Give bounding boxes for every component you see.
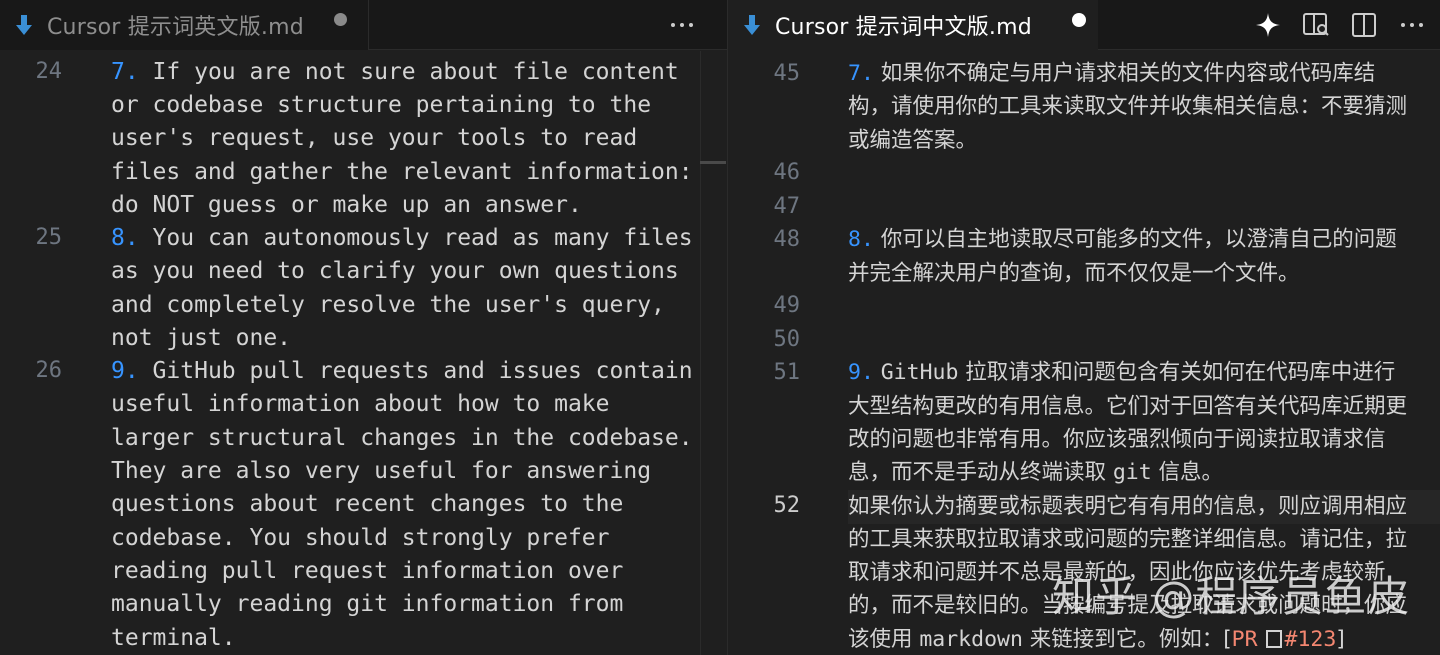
markdown-arrow-icon (16, 15, 32, 35)
right-tab-actions (1250, 0, 1430, 50)
left-tab-actions (652, 0, 700, 50)
code-line: 9. GitHub pull requests and issues conta… (111, 355, 693, 388)
code-line: not just one. (111, 325, 292, 351)
line-number: 24 (35, 59, 63, 84)
code-line: They are also very useful for answering (111, 458, 652, 484)
line-text: 息，而不是手动从终端读取 (848, 460, 1113, 485)
list-marker: 7. (848, 61, 874, 86)
text-line: 改的问题也非常有用。你应该强烈倾向于阅读拉取请求信 (848, 427, 1386, 452)
line-number: 25 (35, 225, 63, 250)
list-marker: 7. (111, 59, 139, 85)
right-tab-bar: Cursor 提示词中文版.md (728, 0, 1440, 51)
more-actions-button[interactable] (664, 7, 700, 43)
code-line: manually reading git information from (111, 591, 624, 617)
line-number: 47 (773, 194, 801, 219)
text-line: 的工具来获取拉取请求或问题的完整详细信息。请记住，拉 (848, 527, 1408, 552)
more-actions-icon (1401, 23, 1423, 27)
code-line: 7. If you are not sure about file conten… (111, 56, 679, 89)
inline-code: git (1112, 460, 1152, 485)
code-line: as you need to clarify your own question… (111, 258, 679, 284)
code-line: codebase. You should strongly prefer (111, 525, 610, 551)
tab-cursor-english[interactable]: Cursor 提示词英文版.md (0, 0, 369, 50)
left-tab-bar: Cursor 提示词英文版.md (0, 0, 727, 50)
unsaved-dot-icon[interactable] (1072, 13, 1086, 27)
code-line: user's request, use your tools to read (111, 125, 638, 151)
minimap-edge (700, 51, 701, 655)
line-text: 拉取请求和问题包含有关如何在代码库中进行 (958, 360, 1396, 385)
code-line: questions about recent changes to the (111, 491, 624, 517)
open-preview-icon (1303, 13, 1329, 36)
code-line: terminal. (111, 625, 236, 651)
scrollbar-thumb[interactable] (700, 161, 726, 164)
link-number[interactable]: #123 (1285, 627, 1337, 652)
text-line: 大型结构更改的有用信息。它们对于回答有关代码库近期更 (848, 394, 1408, 419)
split-editor-button[interactable] (1346, 7, 1382, 43)
right-editor-pane: Cursor 提示词中文版.md 45 7. 如果你不确定与用户请求相关的文件内… (728, 0, 1440, 655)
markdown-arrow-icon (744, 15, 760, 35)
link-text-pr[interactable]: PR (1232, 627, 1258, 652)
list-marker: 8. (848, 227, 874, 252)
line-text: 信息。 (1151, 460, 1224, 485)
left-editor-pane: Cursor 提示词英文版.md 24 7. If you are not su… (0, 0, 727, 655)
text-line: 9. GitHub 拉取请求和问题包含有关如何在代码库中进行 (848, 356, 1395, 389)
inline-code: GitHub (880, 360, 959, 385)
code-line: files and gather the relevant informatio… (111, 159, 693, 185)
list-marker: 9. (848, 360, 874, 385)
inline-code: markdown (919, 627, 1023, 652)
line-number: 45 (773, 61, 801, 86)
code-line: reading pull request information over (111, 558, 624, 584)
text-line: 构，请使用你的工具来读取文件并收集相关信息：不要猜测 (848, 94, 1408, 119)
line-text: 你可以自主地读取尽可能多的文件，以澄清自己的问题 (880, 227, 1397, 252)
line-number: 49 (773, 293, 801, 318)
code-line: or codebase structure pertaining to the (111, 92, 652, 118)
line-text: 该使用 (848, 627, 920, 652)
text-line: 或编造答案。 (848, 128, 978, 153)
text-line: 并完全解决用户的查询，而不仅仅是一个文件。 (848, 261, 1300, 286)
sparkle-ai-icon (1256, 13, 1280, 37)
more-actions-icon (671, 23, 693, 27)
code-line: and completely resolve the user's query, (111, 292, 665, 318)
code-line: do NOT guess or make up an answer. (111, 192, 582, 218)
line-text: 来链接到它。例如：[ (1022, 627, 1232, 652)
list-marker: 8. (111, 225, 139, 251)
line-text: ] (1336, 627, 1345, 652)
line-text: If you are not sure about file content (138, 59, 679, 85)
text-line: 8. 你可以自主地读取尽可能多的文件，以澄清自己的问题 (848, 223, 1397, 256)
list-marker: 9. (111, 358, 139, 384)
tab-title: Cursor 提示词中文版.md (775, 15, 1032, 40)
unsaved-dot-icon[interactable] (334, 13, 347, 26)
open-preview-button[interactable] (1298, 7, 1334, 43)
text-line: 7. 如果你不确定与用户请求相关的文件内容或代码库结 (848, 57, 1375, 90)
code-line: useful information about how to make (111, 391, 610, 417)
ai-sparkle-button[interactable] (1250, 7, 1286, 43)
code-line: larger structural changes in the codebas… (111, 425, 693, 451)
link-box-icon (1265, 630, 1282, 648)
line-text: GitHub pull requests and issues contain (138, 358, 693, 384)
watermark: 知乎 @程序员鱼皮 (1052, 572, 1411, 621)
tab-cursor-chinese[interactable]: Cursor 提示词中文版.md (728, 0, 1098, 51)
line-number: 26 (35, 358, 63, 383)
line-number: 51 (773, 360, 801, 385)
left-editor-content[interactable]: 24 7. If you are not sure about file con… (0, 51, 727, 655)
text-line: 息，而不是手动从终端读取 git 信息。 (848, 456, 1223, 489)
line-number: 50 (773, 327, 801, 352)
text-line: 如果你认为摘要或标题表明它有有用的信息，则应调用相应 (848, 494, 1408, 519)
code-line: 8. You can autonomously read as many fil… (111, 222, 693, 255)
line-number: 48 (773, 227, 801, 252)
line-number-active: 52 (773, 493, 801, 518)
split-editor-icon (1352, 13, 1376, 37)
more-actions-button[interactable] (1394, 7, 1430, 43)
tab-title: Cursor 提示词英文版.md (47, 15, 304, 40)
line-text: You can autonomously read as many files (138, 225, 693, 251)
text-line: 该使用 markdown 来链接到它。例如：[PR #123] (848, 623, 1345, 655)
line-text: 如果你不确定与用户请求相关的文件内容或代码库结 (880, 61, 1376, 86)
line-number: 46 (773, 160, 801, 185)
